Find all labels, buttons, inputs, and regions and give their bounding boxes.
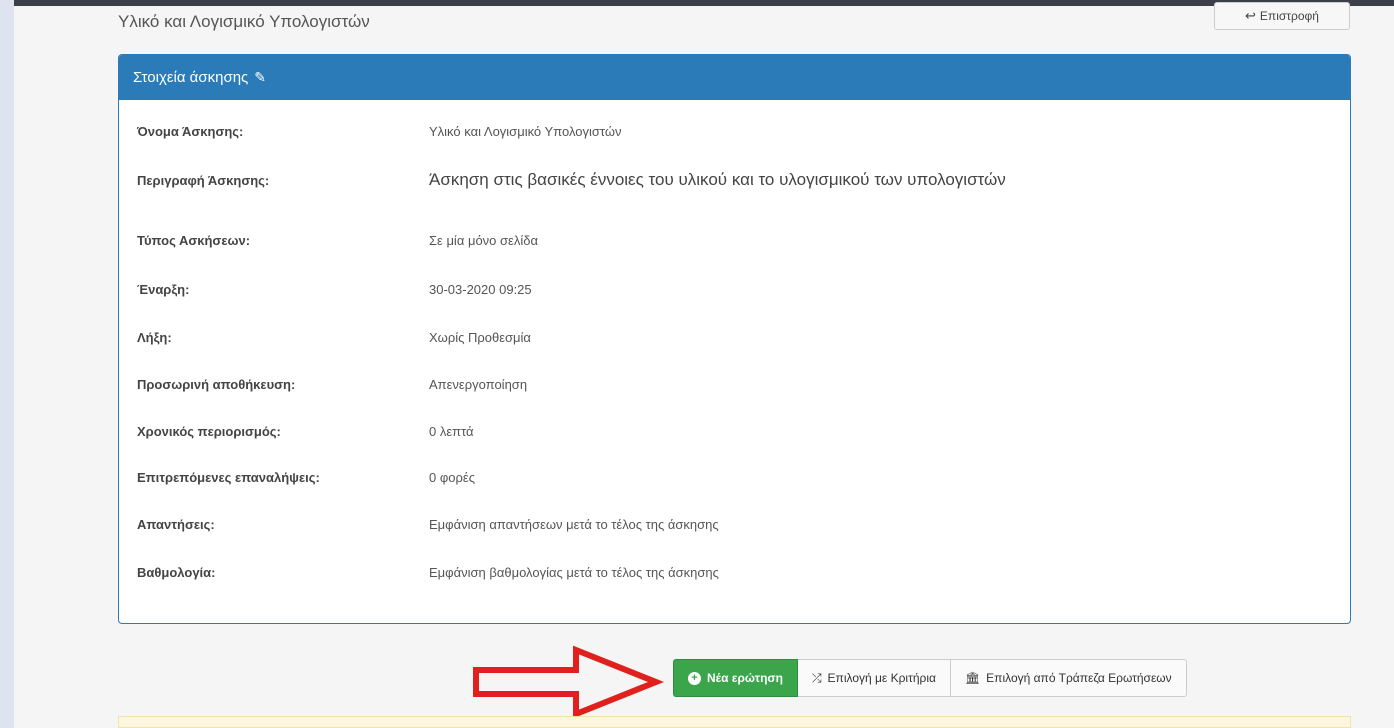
detail-row-end: Λήξη: Χωρίς Προθεσμία: [119, 322, 1350, 352]
detail-row-description: Περιγραφή Άσκησης: Άσκηση στις βασικές έ…: [119, 165, 1350, 195]
detail-label: Έναρξη:: [137, 281, 190, 297]
detail-label: Βαθμολογία:: [137, 564, 216, 580]
page-title: Υλικό και Λογισμικό Υπολογιστών: [118, 12, 370, 31]
detail-value: Σε μία μόνο σελίδα: [429, 232, 538, 248]
detail-row-temp-save: Προσωρινή αποθήκευση: Απενεργοποίηση: [119, 369, 1350, 399]
detail-row-answers: Απαντήσεις: Εμφάνιση απαντήσεων μετά το …: [119, 509, 1350, 539]
new-question-label: Νέα ερώτηση: [707, 671, 783, 685]
detail-label: Επιτρεπόμενες επαναλήψεις:: [137, 469, 320, 485]
red-arrow-annotation: [473, 645, 664, 719]
back-button-label: Επιστροφή: [1259, 9, 1319, 23]
bank-icon: 🏛: [964, 671, 981, 685]
select-from-bank-button[interactable]: 🏛 Επιλογή από Τράπεζα Ερωτήσεων: [950, 659, 1187, 697]
back-button[interactable]: ↩ Επιστροφή: [1214, 2, 1350, 30]
select-from-bank-label: Επιλογή από Τράπεζα Ερωτήσεων: [986, 671, 1172, 685]
alert-strip: [118, 716, 1351, 728]
detail-value: 0 λεπτά: [429, 423, 474, 439]
edit-icon[interactable]: ✎: [254, 69, 266, 86]
detail-row-name: Όνομα Άσκησης: Υλικό και Λογισμικό Υπολο…: [119, 116, 1350, 146]
detail-row-time-limit: Χρονικός περιορισμός: 0 λεπτά: [119, 416, 1350, 446]
detail-row-type: Τύπος Ασκήσεων: Σε μία μόνο σελίδα: [119, 225, 1350, 255]
window-top-bar: [0, 0, 1394, 6]
detail-label: Όνομα Άσκησης:: [137, 123, 244, 139]
detail-row-start: Έναρξη: 30-03-2020 09:25: [119, 274, 1350, 304]
detail-row-attempts: Επιτρεπόμενες επαναλήψεις: 0 φορές: [119, 462, 1350, 492]
detail-label: Λήξη:: [137, 329, 172, 345]
left-sidebar-strip: [0, 0, 14, 728]
reply-icon: ↩: [1245, 8, 1256, 23]
select-by-criteria-button[interactable]: ⤮ Επιλογή με Κριτήρια: [797, 659, 951, 697]
detail-value: Εμφάνιση βαθμολογίας μετά το τέλος της ά…: [429, 564, 719, 580]
question-actions-group: + Νέα ερώτηση ⤮ Επιλογή με Κριτήρια 🏛 Επ…: [673, 659, 1187, 697]
panel-heading-title: Στοιχεία άσκησης: [133, 69, 249, 86]
new-question-button[interactable]: + Νέα ερώτηση: [673, 659, 798, 697]
detail-value: 0 φορές: [429, 469, 475, 485]
detail-label: Τύπος Ασκήσεων:: [137, 232, 251, 248]
exercise-details-panel: Στοιχεία άσκησης ✎ Όνομα Άσκησης: Υλικό …: [118, 54, 1351, 624]
detail-label: Προσωρινή αποθήκευση:: [137, 376, 296, 392]
detail-label: Απαντήσεις:: [137, 516, 215, 532]
detail-value: 30-03-2020 09:25: [429, 281, 532, 297]
detail-value: Απενεργοποίηση: [429, 376, 528, 392]
detail-label: Περιγραφή Άσκησης:: [137, 172, 270, 188]
detail-value: Χωρίς Προθεσμία: [429, 329, 531, 345]
detail-value: Υλικό και Λογισμικό Υπολογιστών: [429, 123, 622, 139]
detail-value: Άσκηση στις βασικές έννοιες του υλικού κ…: [429, 170, 1006, 189]
detail-label: Χρονικός περιορισμός:: [137, 423, 281, 439]
shuffle-icon: ⤮: [811, 670, 822, 685]
panel-heading: Στοιχεία άσκησης ✎: [119, 55, 1350, 100]
detail-row-grading: Βαθμολογία: Εμφάνιση βαθμολογίας μετά το…: [119, 557, 1350, 587]
detail-value: Εμφάνιση απαντήσεων μετά το τέλος της άσ…: [429, 516, 719, 532]
plus-circle-icon: +: [688, 671, 701, 685]
select-by-criteria-label: Επιλογή με Κριτήρια: [827, 671, 936, 685]
